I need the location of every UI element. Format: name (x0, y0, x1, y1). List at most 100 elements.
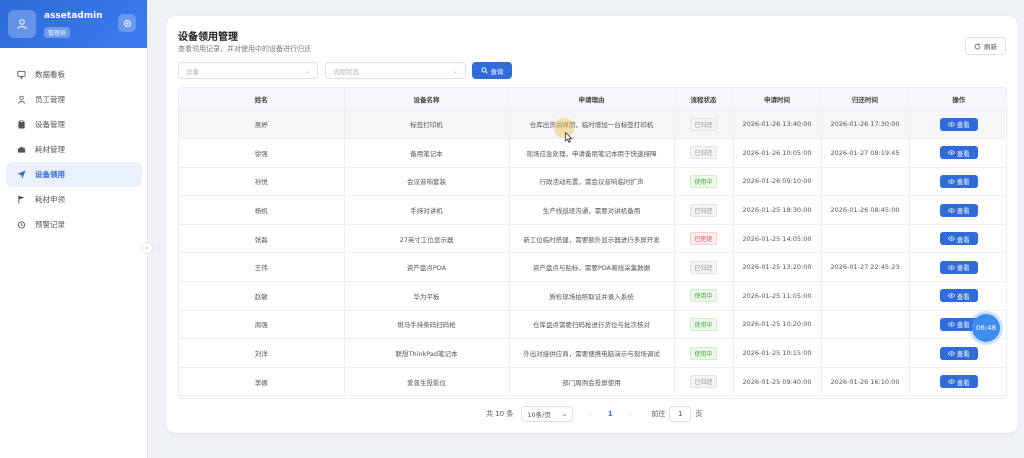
page-size-value: 10条/页 (527, 411, 551, 419)
view-button[interactable]: 查看 (939, 346, 978, 360)
eye-icon (947, 179, 955, 184)
eye-icon (947, 379, 955, 384)
view-button[interactable]: 查看 (939, 260, 978, 274)
flag-icon (16, 195, 26, 205)
cell-return-time (821, 338, 910, 368)
view-button[interactable]: 查看 (939, 117, 978, 131)
view-button[interactable]: 查看 (939, 375, 978, 389)
eye-icon (947, 122, 955, 127)
status-badge: 使用中 (690, 174, 717, 188)
cell-action: 查看 (909, 338, 1006, 368)
sidebar-item-label: 数据看板 (35, 70, 65, 79)
cell-action: 查看 (909, 167, 1006, 197)
refresh-button[interactable]: 刷新 (965, 37, 1006, 55)
table-row: 周强 斑马手持条码扫码枪 仓库盘点需要扫码枪进行货位与批次核对 使用中 2026-01-… (179, 310, 1006, 340)
eye-icon (947, 236, 955, 241)
search-button[interactable]: 查询 (472, 62, 512, 79)
cell-return-time: 2026-01-26 17:30:00 (821, 110, 910, 140)
status-badge: 已归还 (690, 375, 717, 389)
view-button[interactable]: 查看 (939, 146, 978, 160)
cell-apply-time: 2026-01-26 10:05:00 (733, 138, 822, 168)
cell-name: 周强 (179, 310, 345, 340)
sidebar-item-label: 设备领用 (35, 170, 65, 179)
device-select-placeholder: 设备 (186, 67, 199, 76)
cell-reason: 行政活动布置，需会议音响临时扩声 (509, 167, 675, 197)
view-button-label: 查看 (956, 292, 970, 301)
table-row: 赵敏 华为平板 质检现场拍照取证并录入系统 使用中 2026-01-25 11:05:0… (179, 281, 1006, 311)
cell-name: 张磊 (179, 224, 345, 254)
monitor-icon (16, 70, 26, 80)
cell-status: 使用中 (674, 167, 734, 197)
page-size-select[interactable]: 10条/页 ⌄ (521, 406, 574, 422)
page-number-current[interactable]: 1 (603, 410, 617, 418)
cell-reason: 质检现场拍照取证并录入系统 (509, 281, 675, 311)
view-button-label: 查看 (956, 235, 970, 244)
sidebar-item-0[interactable]: 数据看板 (6, 62, 142, 87)
sidebar-item-3[interactable]: 耗材管理 (6, 137, 142, 162)
view-button[interactable]: 查看 (939, 232, 978, 246)
cell-status: 已归还 (674, 195, 734, 225)
cell-return-time: 2026-01-26 16:10:00 (821, 367, 910, 397)
view-button[interactable]: 查看 (939, 203, 978, 217)
chevron-down-icon: ⌄ (452, 66, 458, 75)
page-subtitle: 查看领用记录，并对使用中的设备进行归还 (178, 45, 311, 53)
cell-action: 查看 (909, 281, 1006, 311)
view-button-label: 查看 (956, 378, 970, 387)
sidebar-item-5[interactable]: 耗材申领 (6, 187, 142, 212)
eye-icon (947, 322, 955, 327)
status-select[interactable]: 流程状态 ⌄ (325, 62, 466, 79)
cell-return-time: 2026-01-27 22:45:23 (821, 252, 910, 283)
goto-page-input[interactable]: 1 (669, 406, 692, 422)
view-button[interactable]: 查看 (939, 174, 978, 188)
cell-name: 刘洋 (179, 338, 345, 368)
box-icon (16, 145, 26, 155)
table-row: 杨帆 手持对讲机 生产线巡班沟通，需要对讲机备用 已归还 2026-01-25 18:3… (179, 195, 1006, 225)
settings-button[interactable] (118, 14, 136, 32)
sidebar-item-1[interactable]: 员工管理 (6, 87, 142, 112)
cell-status: 已归还 (674, 367, 734, 397)
prev-page-button[interactable]: ‹ (583, 410, 597, 418)
cell-device: 备用笔记本 (344, 138, 510, 168)
view-button-label: 查看 (956, 264, 970, 273)
cell-status: 已归还 (674, 110, 734, 140)
avatar[interactable] (8, 10, 36, 38)
sidebar-item-label: 预警记录 (35, 220, 65, 229)
user-name: assetadmin (44, 11, 103, 21)
cell-return-time (821, 310, 910, 340)
device-select[interactable]: 设备 ⌄ (178, 62, 318, 79)
cell-return-time (821, 281, 910, 311)
column-header: 姓名 (179, 88, 345, 111)
floating-time-widget[interactable]: 06:48 (972, 314, 1000, 342)
sidebar-item-label: 员工管理 (35, 95, 65, 104)
table-header-row: 姓名 设备名称 申请理由 流程状态 申请时间 归还时间 操作 (179, 88, 1006, 111)
goto-page-value: 1 (678, 410, 683, 418)
cell-apply-time: 2026-01-26 09:10:00 (733, 167, 822, 197)
cell-name: 王伟 (179, 252, 345, 283)
cell-reason: 新工位临时搭建，需要额外显示器进行多屏开发 (509, 224, 675, 254)
view-button[interactable]: 查看 (939, 289, 978, 303)
cell-apply-time: 2026-01-25 11:05:00 (733, 281, 822, 311)
cell-reason: 资产盘点与贴标，需要PDA离线采集数据 (509, 252, 675, 283)
collapse-sidebar-button[interactable]: ‹ (141, 242, 153, 254)
cell-status: 已归还 (674, 252, 734, 283)
cell-status: 已拒绝 (674, 224, 734, 254)
status-badge: 已归还 (690, 203, 717, 217)
eye-icon (947, 265, 955, 270)
cell-reason: 现场应急处理，申请备用笔记本用于快速排障 (509, 138, 675, 168)
refresh-icon (974, 43, 981, 49)
page-title: 设备领用管理 (178, 32, 238, 43)
cell-action: 查看 (909, 224, 1006, 254)
view-button-label: 查看 (956, 178, 970, 187)
cell-device: 手持对讲机 (344, 195, 510, 225)
eye-icon (947, 207, 955, 213)
sidebar-item-2[interactable]: 设备管理 (6, 112, 142, 137)
cell-device: 会议音响套装 (344, 167, 510, 197)
status-badge: 使用中 (690, 289, 717, 303)
next-page-button[interactable]: › (623, 410, 637, 418)
sidebar-item-6[interactable]: 预警记录 (6, 212, 142, 237)
sidebar-menu: 数据看板员工管理设备管理 耗材管理设备领用耗材申领预警记录 (0, 62, 148, 237)
column-header: 设备名称 (344, 88, 510, 111)
status-badge: 使用中 (690, 346, 717, 360)
table-body: 吴婷 标签打印机 仓库出货高峰期，临时增加一台标签打印机 已归还 2026-01-26 … (179, 110, 1006, 397)
sidebar-item-4[interactable]: 设备领用 (6, 162, 142, 187)
